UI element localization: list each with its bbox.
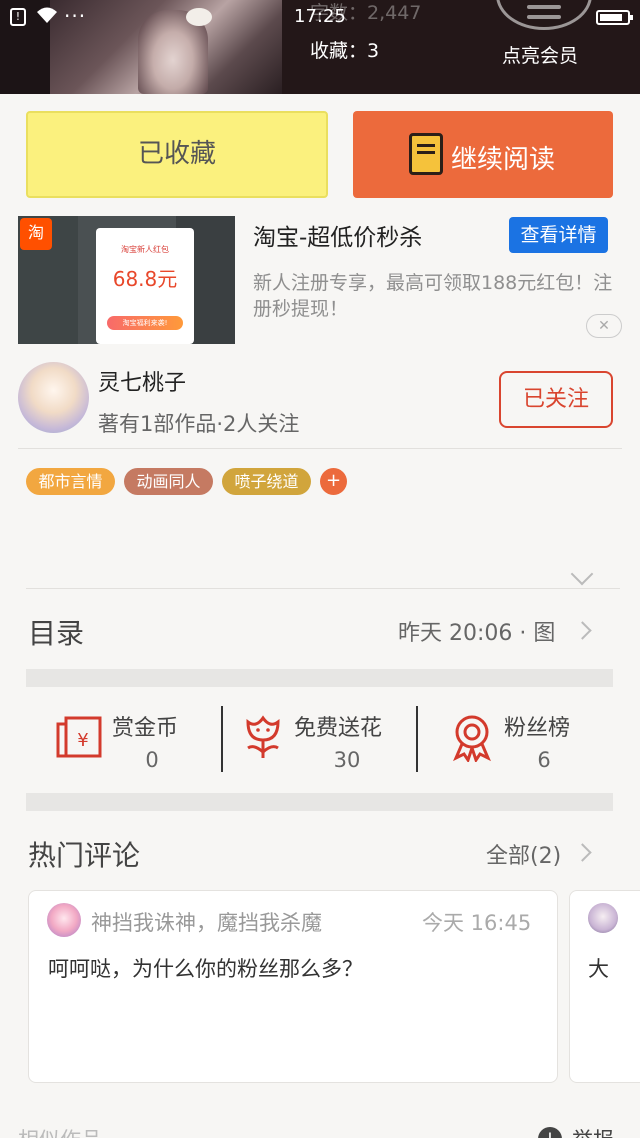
red-envelope-icon: ¥ <box>56 716 102 758</box>
svg-text:¥: ¥ <box>77 730 88 751</box>
toc-title[interactable]: 目录 <box>28 612 84 652</box>
collected-button[interactable]: 已收藏 <box>26 111 328 198</box>
ad-red-packet: 淘宝新人红包 68.8元 淘宝福利来袭! <box>96 228 194 344</box>
clock: 17:25 <box>294 6 346 27</box>
stat-divider <box>416 706 418 772</box>
commenter-avatar[interactable] <box>588 903 618 933</box>
report-icon[interactable]: ! <box>538 1127 562 1138</box>
tag-chip[interactable]: 喷子绕道 <box>222 468 311 495</box>
section-separator <box>26 669 613 687</box>
follow-button[interactable]: 已关注 <box>499 371 613 428</box>
toc-update-time[interactable]: 昨天 20:06 · 图 <box>398 615 555 647</box>
taobao-logo-icon: 淘 <box>20 218 52 250</box>
tag-chip[interactable]: 都市言情 <box>26 468 115 495</box>
favorites-count: 收藏：3 <box>310 40 380 62</box>
add-tag-button[interactable]: + <box>320 468 347 495</box>
battery-icon <box>596 10 633 25</box>
ad-description: 新人注册专享，最高可领取188元红包！注册秒提现！ <box>253 272 613 320</box>
stat-value: 0 <box>145 748 159 772</box>
comment-card[interactable]: 大 <box>569 890 640 1083</box>
more-icon: ··· <box>64 4 87 28</box>
continue-reading-label: 继续阅读 <box>451 145 556 175</box>
ad-detail-button[interactable]: 查看详情 <box>509 217 608 253</box>
stat-divider <box>221 706 223 772</box>
reward-coin-stat[interactable]: 赏金币 0 <box>110 704 220 776</box>
commenter-name[interactable]: 神挡我诛神，魔挡我杀魔 <box>91 907 322 937</box>
comment-time: 今天 16:45 <box>422 911 532 935</box>
author-avatar[interactable] <box>18 362 89 433</box>
ad-image-amount: 68.8元 <box>112 267 178 291</box>
author-meta: 著有1部作品·2人关注 <box>98 412 300 436</box>
ad-image-caption: 淘宝新人红包 <box>121 245 169 254</box>
hot-comments-title: 热门评论 <box>28 839 141 872</box>
comment-content: 呵呵哒，为什么你的粉丝那么多？ <box>48 957 363 981</box>
divider <box>18 448 622 449</box>
stat-value: 30 <box>333 748 361 772</box>
ad-image[interactable]: 淘 淘宝新人红包 68.8元 淘宝福利来袭! <box>18 216 235 344</box>
ad-close-icon[interactable]: ✕ <box>586 314 622 338</box>
tag-chip[interactable]: 动画同人 <box>124 468 213 495</box>
medal-icon <box>453 715 491 762</box>
author-name[interactable]: 灵七桃子 <box>98 365 186 397</box>
book-icon <box>409 133 443 175</box>
stat-label: 赏金币 <box>112 716 179 741</box>
chevron-down-icon[interactable] <box>570 562 594 586</box>
report-link[interactable]: 举报 <box>572 1124 614 1138</box>
vip-link[interactable]: 点亮会员 <box>502 41 578 68</box>
chevron-right-icon[interactable] <box>573 621 592 640</box>
fan-ranking-stat[interactable]: 粉丝榜 6 <box>502 704 602 776</box>
similar-works-title: 相似作品 <box>18 1124 102 1138</box>
stat-label: 免费送花 <box>294 716 383 741</box>
chevron-right-icon[interactable] <box>573 843 592 862</box>
comment-content: 大 <box>588 957 609 981</box>
divider <box>26 588 620 589</box>
status-bar: ! ··· 17:25 <box>0 0 640 34</box>
all-comments-link[interactable]: 全部(2) <box>486 838 561 870</box>
sim-icon: ! <box>10 8 26 26</box>
wifi-icon <box>36 6 58 29</box>
free-flower-stat[interactable]: 免费送花 30 <box>292 704 412 776</box>
stat-value: 6 <box>537 748 551 772</box>
ad-title[interactable]: 淘宝-超低价秒杀 <box>253 218 422 252</box>
commenter-avatar[interactable] <box>47 903 81 937</box>
flower-icon <box>246 715 280 758</box>
ad-image-button: 淘宝福利来袭! <box>107 316 183 330</box>
comment-card[interactable]: 神挡我诛神，魔挡我杀魔 今天 16:45 呵呵哒，为什么你的粉丝那么多？ <box>28 890 558 1083</box>
section-separator <box>26 793 613 811</box>
stat-label: 粉丝榜 <box>504 716 571 741</box>
continue-reading-button[interactable]: 继续阅读 <box>353 111 613 198</box>
book-header: 字数：2,447 收藏：3 点亮会员 ! ··· 17:25 <box>0 0 640 94</box>
